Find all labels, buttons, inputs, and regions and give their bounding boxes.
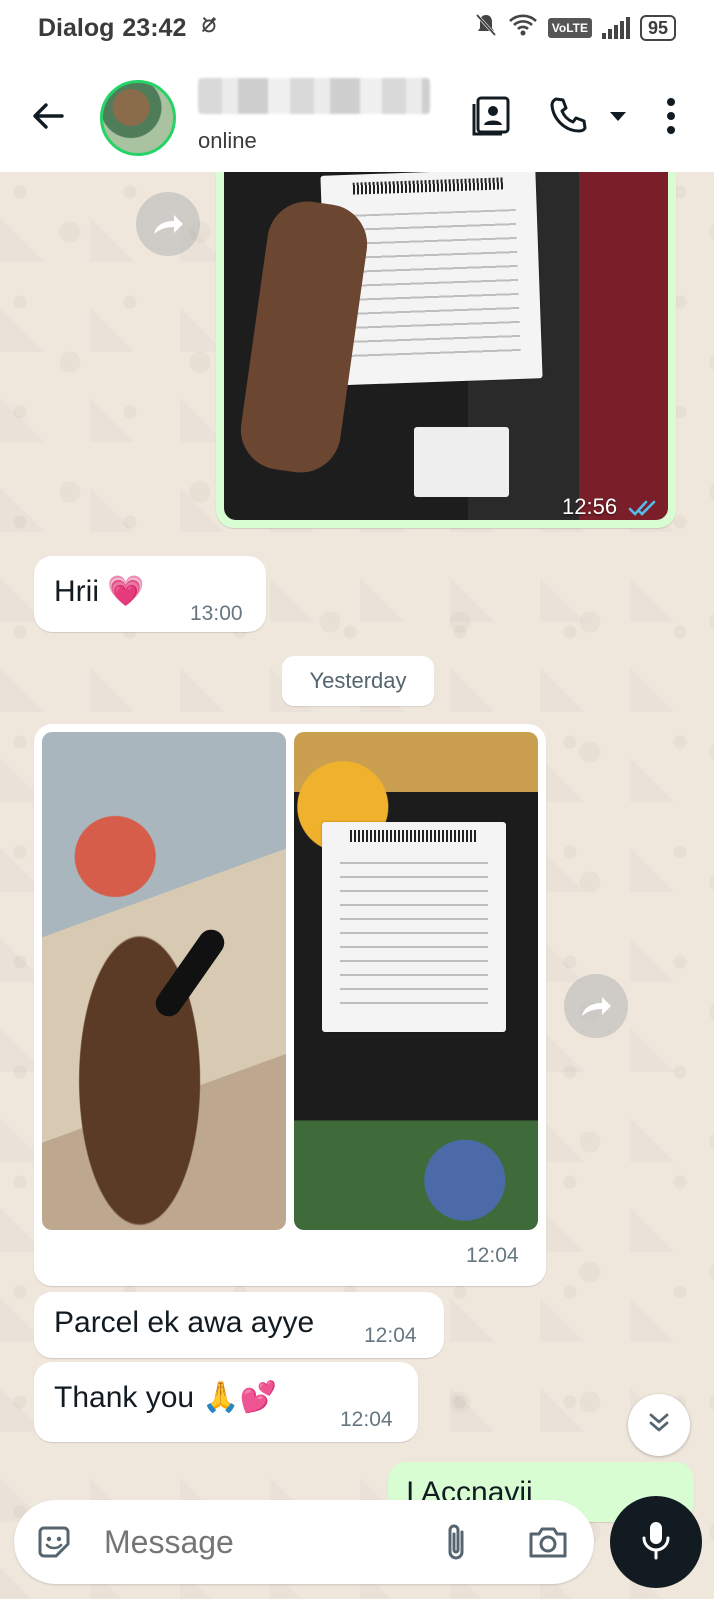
clock: 23:42 bbox=[122, 13, 187, 42]
scroll-to-bottom-button[interactable] bbox=[628, 1394, 690, 1456]
wristband-image bbox=[150, 924, 230, 1022]
wifi-icon bbox=[508, 13, 538, 44]
chevrons-down-icon bbox=[645, 1409, 673, 1442]
carrier-name: Dialog bbox=[38, 13, 115, 42]
sticker-icon[interactable] bbox=[34, 1522, 74, 1562]
avatar[interactable] bbox=[100, 80, 176, 156]
message-text: Thank you 🙏💕 bbox=[54, 1381, 278, 1414]
double-check-icon bbox=[628, 498, 662, 523]
battery-indicator: 95 bbox=[639, 15, 676, 41]
forward-icon[interactable] bbox=[136, 192, 200, 256]
mic-button[interactable] bbox=[610, 1496, 702, 1588]
mute-icon bbox=[474, 12, 498, 45]
shipping-label-image bbox=[322, 822, 506, 1032]
message-composer[interactable] bbox=[14, 1500, 594, 1584]
message-photo[interactable] bbox=[224, 172, 668, 520]
more-vert-icon[interactable] bbox=[656, 94, 686, 138]
phone-icon[interactable] bbox=[546, 94, 590, 138]
chat-header: online bbox=[0, 56, 714, 172]
contact-status: online bbox=[198, 128, 257, 153]
message-time: 12:04 bbox=[364, 1324, 417, 1347]
message-input[interactable] bbox=[104, 1524, 404, 1561]
contact-card-icon[interactable] bbox=[470, 94, 514, 138]
status-bar: Dialog 23:42 VoLTE 95 bbox=[0, 0, 714, 56]
incoming-message[interactable]: Thank you 🙏💕 12:04 bbox=[34, 1362, 418, 1442]
album-photo-wristband[interactable] bbox=[42, 732, 286, 1230]
message-time: 13:00 bbox=[190, 602, 243, 625]
incoming-album-message[interactable]: 12:04 bbox=[34, 724, 546, 1286]
message-text: Parcel ek awa ayye bbox=[54, 1306, 315, 1339]
signal-icon bbox=[601, 17, 630, 39]
forward-icon[interactable] bbox=[564, 974, 628, 1038]
camera-icon[interactable] bbox=[526, 1522, 570, 1562]
hand-image bbox=[235, 196, 373, 478]
album-photo-parcel[interactable] bbox=[294, 732, 538, 1230]
incoming-message[interactable]: Parcel ek awa ayye 12:04 bbox=[34, 1292, 444, 1358]
mic-icon bbox=[638, 1518, 674, 1567]
incoming-message[interactable]: Hrii 💗 13:00 bbox=[34, 556, 266, 632]
alarm-off-icon bbox=[198, 14, 220, 42]
outgoing-image-message[interactable]: 12:56 bbox=[216, 172, 676, 528]
message-text: Hrii 💗 bbox=[54, 575, 145, 608]
volte-badge: VoLTE bbox=[547, 18, 592, 38]
message-time: 12:04 bbox=[466, 1244, 519, 1267]
date-separator: Yesterday bbox=[282, 656, 434, 706]
caret-down-icon[interactable] bbox=[606, 94, 630, 138]
sticker-label-image bbox=[414, 427, 509, 497]
paperclip-icon[interactable] bbox=[438, 1520, 474, 1564]
message-time: 12:04 bbox=[340, 1408, 393, 1431]
message-time: 12:56 bbox=[562, 494, 618, 519]
back-arrow-icon[interactable] bbox=[28, 96, 68, 136]
contact-name-redacted[interactable] bbox=[198, 78, 430, 114]
